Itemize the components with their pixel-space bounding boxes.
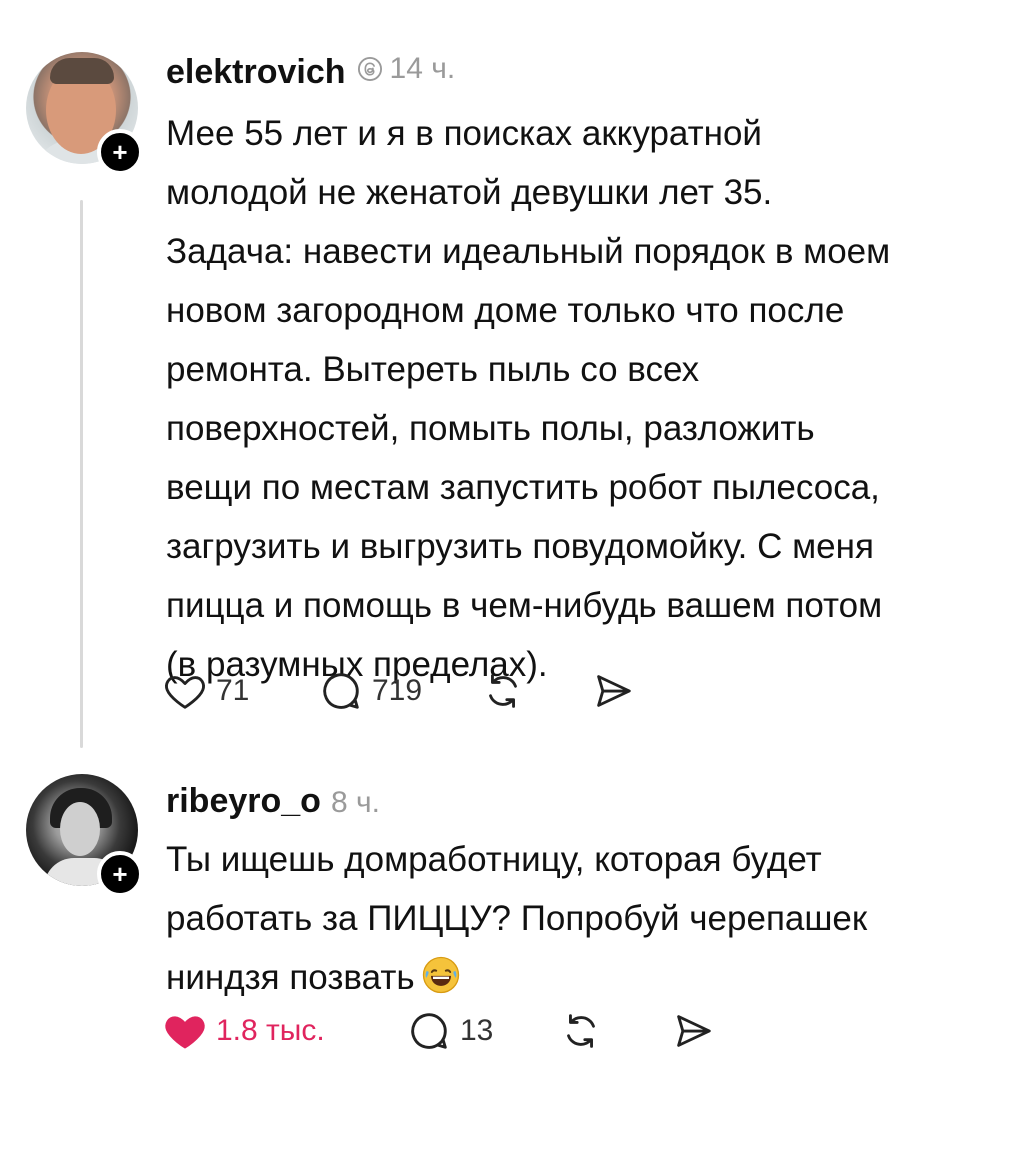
threads-icon xyxy=(357,56,382,82)
time-label: 14 ч. xyxy=(389,52,456,85)
follow-plus-icon[interactable]: + xyxy=(97,851,143,897)
action-bar: 1.8 тыс. 13 xyxy=(162,1008,716,1054)
avatar-face xyxy=(60,802,100,856)
post-text: Ты ищешь домработницу, которая будет раб… xyxy=(166,830,996,1007)
action-bar: 71 719 xyxy=(162,668,636,714)
username[interactable]: elektrovich xyxy=(166,53,346,92)
share-icon xyxy=(597,675,631,707)
repost-button[interactable] xyxy=(558,1008,670,1054)
post-text: Мее 55 лет и я в поисках аккуратной моло… xyxy=(166,114,891,684)
post-meta: ribeyro_o 8 ч. xyxy=(166,782,380,821)
repost-button[interactable] xyxy=(480,668,590,714)
thread-line xyxy=(80,200,83,748)
repost-icon xyxy=(567,1014,595,1048)
reply-button[interactable]: 719 xyxy=(318,668,480,714)
username[interactable]: ribeyro_o xyxy=(166,782,321,821)
post-ribeyro: + ribeyro_o 8 ч. Ты ищешь домработницу, … xyxy=(0,760,1024,1157)
avatar-hair xyxy=(50,58,114,84)
share-button[interactable] xyxy=(590,668,636,714)
like-button[interactable]: 71 xyxy=(162,668,318,714)
follow-plus-icon[interactable]: + xyxy=(97,129,143,175)
comment-icon xyxy=(411,1013,447,1049)
like-count: 1.8 тыс. xyxy=(216,1014,325,1047)
post-meta: elektrovich 14 ч. xyxy=(166,52,455,92)
reply-count: 719 xyxy=(372,674,423,707)
share-button[interactable] xyxy=(670,1008,716,1054)
post-elektrovich: + elektrovich 14 ч. Мее 55 лет и я в пои… xyxy=(0,0,1024,760)
comment-icon xyxy=(323,673,359,709)
timestamp: 14 ч. xyxy=(356,52,456,86)
reply-count: 13 xyxy=(460,1014,494,1047)
share-icon xyxy=(677,1015,711,1047)
like-count: 71 xyxy=(216,674,250,707)
heart-icon xyxy=(165,1016,205,1049)
heart-icon xyxy=(165,676,205,709)
laughing-emoji-icon xyxy=(421,954,461,994)
timestamp: 8 ч. xyxy=(330,786,380,819)
repost-icon xyxy=(489,674,517,708)
reply-button[interactable]: 13 xyxy=(406,1008,558,1054)
post-text-body: Ты ищешь домработницу, которая будет раб… xyxy=(166,840,868,997)
like-button[interactable]: 1.8 тыс. xyxy=(162,1008,406,1054)
